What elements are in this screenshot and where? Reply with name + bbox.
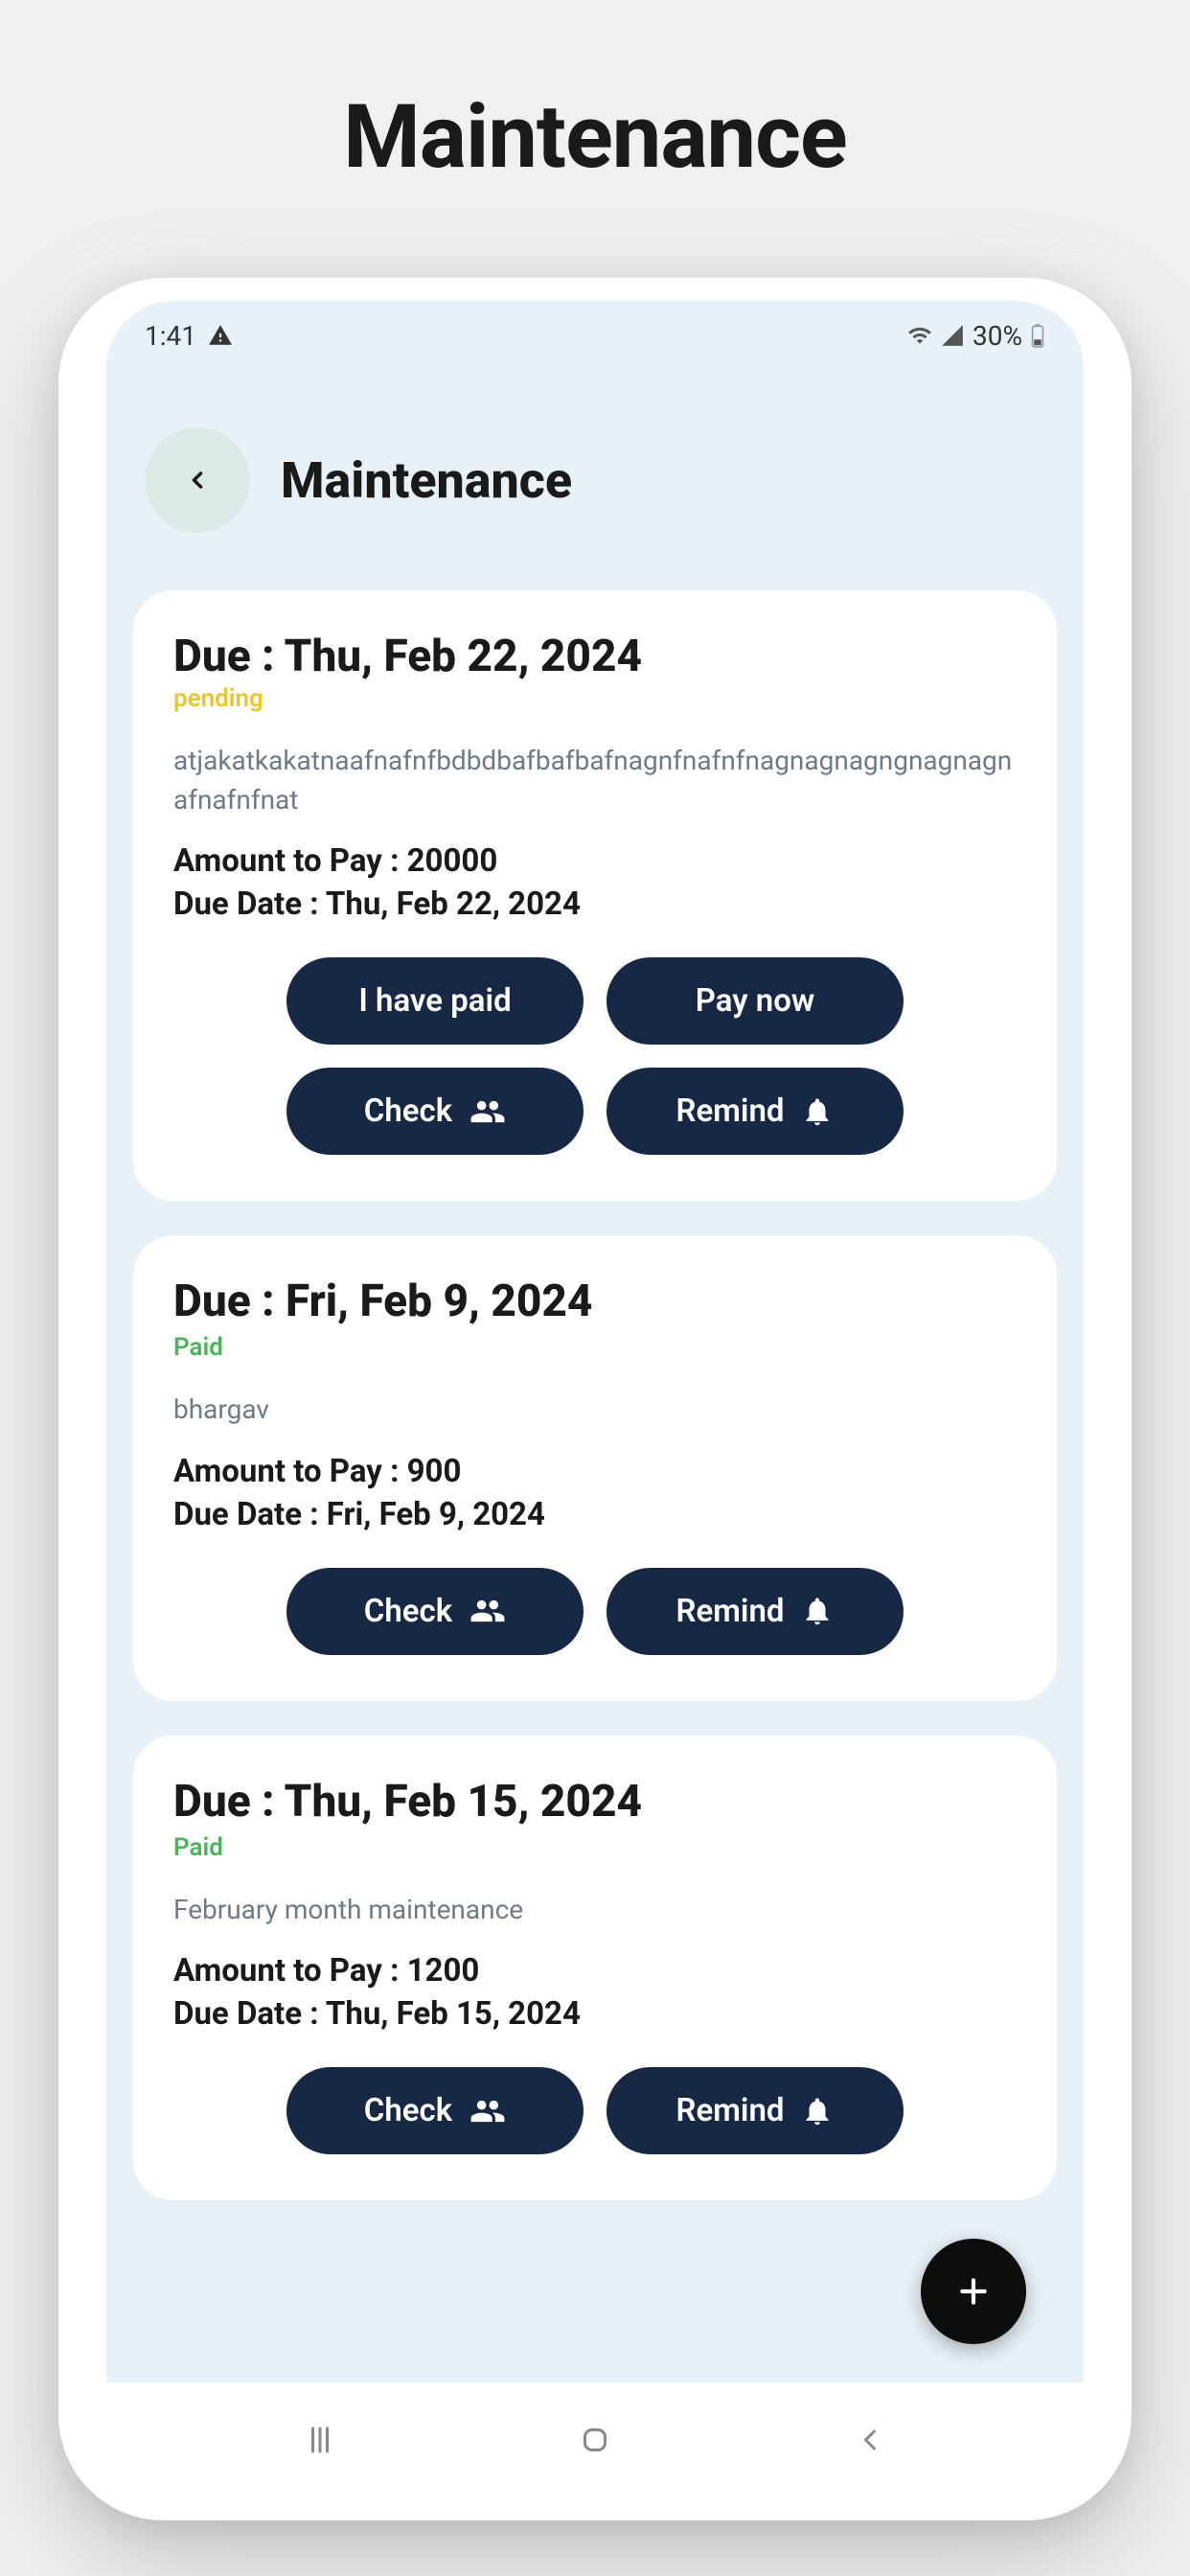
button-label: Remind [676,1593,785,1630]
button-label: Remind [676,1092,785,1130]
button-row: Check Remind [173,1068,1017,1155]
pay-now-button[interactable]: Pay now [606,957,904,1045]
card-due-date: Due Date : Fri, Feb 9, 2024 [173,1496,1017,1533]
check-button[interactable]: Check [286,2067,584,2154]
card-amount: Amount to Pay : 1200 [173,1952,1017,1990]
button-label: I have paid [358,982,511,1020]
bell-icon [801,2095,834,2128]
card-due-title: Due : Thu, Feb 22, 2024 [173,631,1017,682]
button-label: Remind [676,2092,785,2129]
add-button[interactable] [921,2239,1026,2344]
maintenance-card: Due : Fri, Feb 9, 2024 Paid bhargav Amou… [133,1235,1057,1701]
people-icon [469,1093,506,1130]
button-row: I have paid Pay now [173,957,1017,1045]
card-due-date: Due Date : Thu, Feb 22, 2024 [173,886,1017,923]
screen: 1:41 30% Mainte [106,301,1084,2497]
home-button[interactable] [578,2423,612,2457]
card-status: pending [173,684,1017,713]
battery-icon [1030,323,1045,348]
card-due-title: Due : Thu, Feb 15, 2024 [173,1776,1017,1828]
button-row: Check Remind [173,2067,1017,2154]
status-bar: 1:41 30% [106,301,1084,370]
card-description: February month maintenance [173,1891,1017,1930]
remind-button[interactable]: Remind [606,2067,904,2154]
back-button[interactable] [145,427,250,533]
card-status: Paid [173,1333,1017,1362]
status-time: 1:41 [145,320,196,352]
status-right: 30% [907,320,1045,352]
maintenance-card: Due : Thu, Feb 15, 2024 Paid February mo… [133,1736,1057,2201]
maintenance-card: Due : Thu, Feb 22, 2024 pending atjakatk… [133,590,1057,1201]
card-description: atjakatkakatnaafnafnfbdbdbafbafbafnagnfn… [173,742,1017,819]
button-label: Check [364,1092,452,1130]
page-external-title: Maintenance [0,86,1190,189]
bell-icon [801,1595,834,1627]
card-amount: Amount to Pay : 20000 [173,842,1017,880]
bell-icon [801,1095,834,1128]
button-label: Check [364,1593,452,1630]
remind-button[interactable]: Remind [606,1068,904,1155]
check-button[interactable]: Check [286,1068,584,1155]
people-icon [469,1593,506,1629]
button-label: Check [364,2092,452,2129]
remind-button[interactable]: Remind [606,1568,904,1655]
system-back-button[interactable] [853,2423,887,2457]
system-nav-bar [106,2382,1084,2497]
recent-apps-button[interactable] [303,2423,337,2457]
battery-percent: 30% [973,320,1022,352]
people-icon [469,2093,506,2129]
status-left: 1:41 [145,320,233,352]
button-row: Check Remind [173,1568,1017,1655]
plus-icon [954,2272,993,2311]
card-due-date: Due Date : Thu, Feb 15, 2024 [173,1995,1017,2033]
check-button[interactable]: Check [286,1568,584,1655]
wifi-icon [907,323,932,348]
card-due-title: Due : Fri, Feb 9, 2024 [173,1276,1017,1327]
warning-icon [208,323,233,348]
card-amount: Amount to Pay : 900 [173,1453,1017,1490]
i-have-paid-button[interactable]: I have paid [286,957,584,1045]
chevron-left-icon [184,467,211,494]
signal-icon [940,323,965,348]
phone-frame: 1:41 30% Mainte [58,278,1132,2520]
content-list[interactable]: Due : Thu, Feb 22, 2024 pending atjakatk… [106,571,1084,2392]
card-status: Paid [173,1833,1017,1862]
header-title: Maintenance [281,451,572,510]
card-description: bhargav [173,1391,1017,1430]
button-label: Pay now [696,982,815,1020]
app-header: Maintenance [106,370,1084,571]
